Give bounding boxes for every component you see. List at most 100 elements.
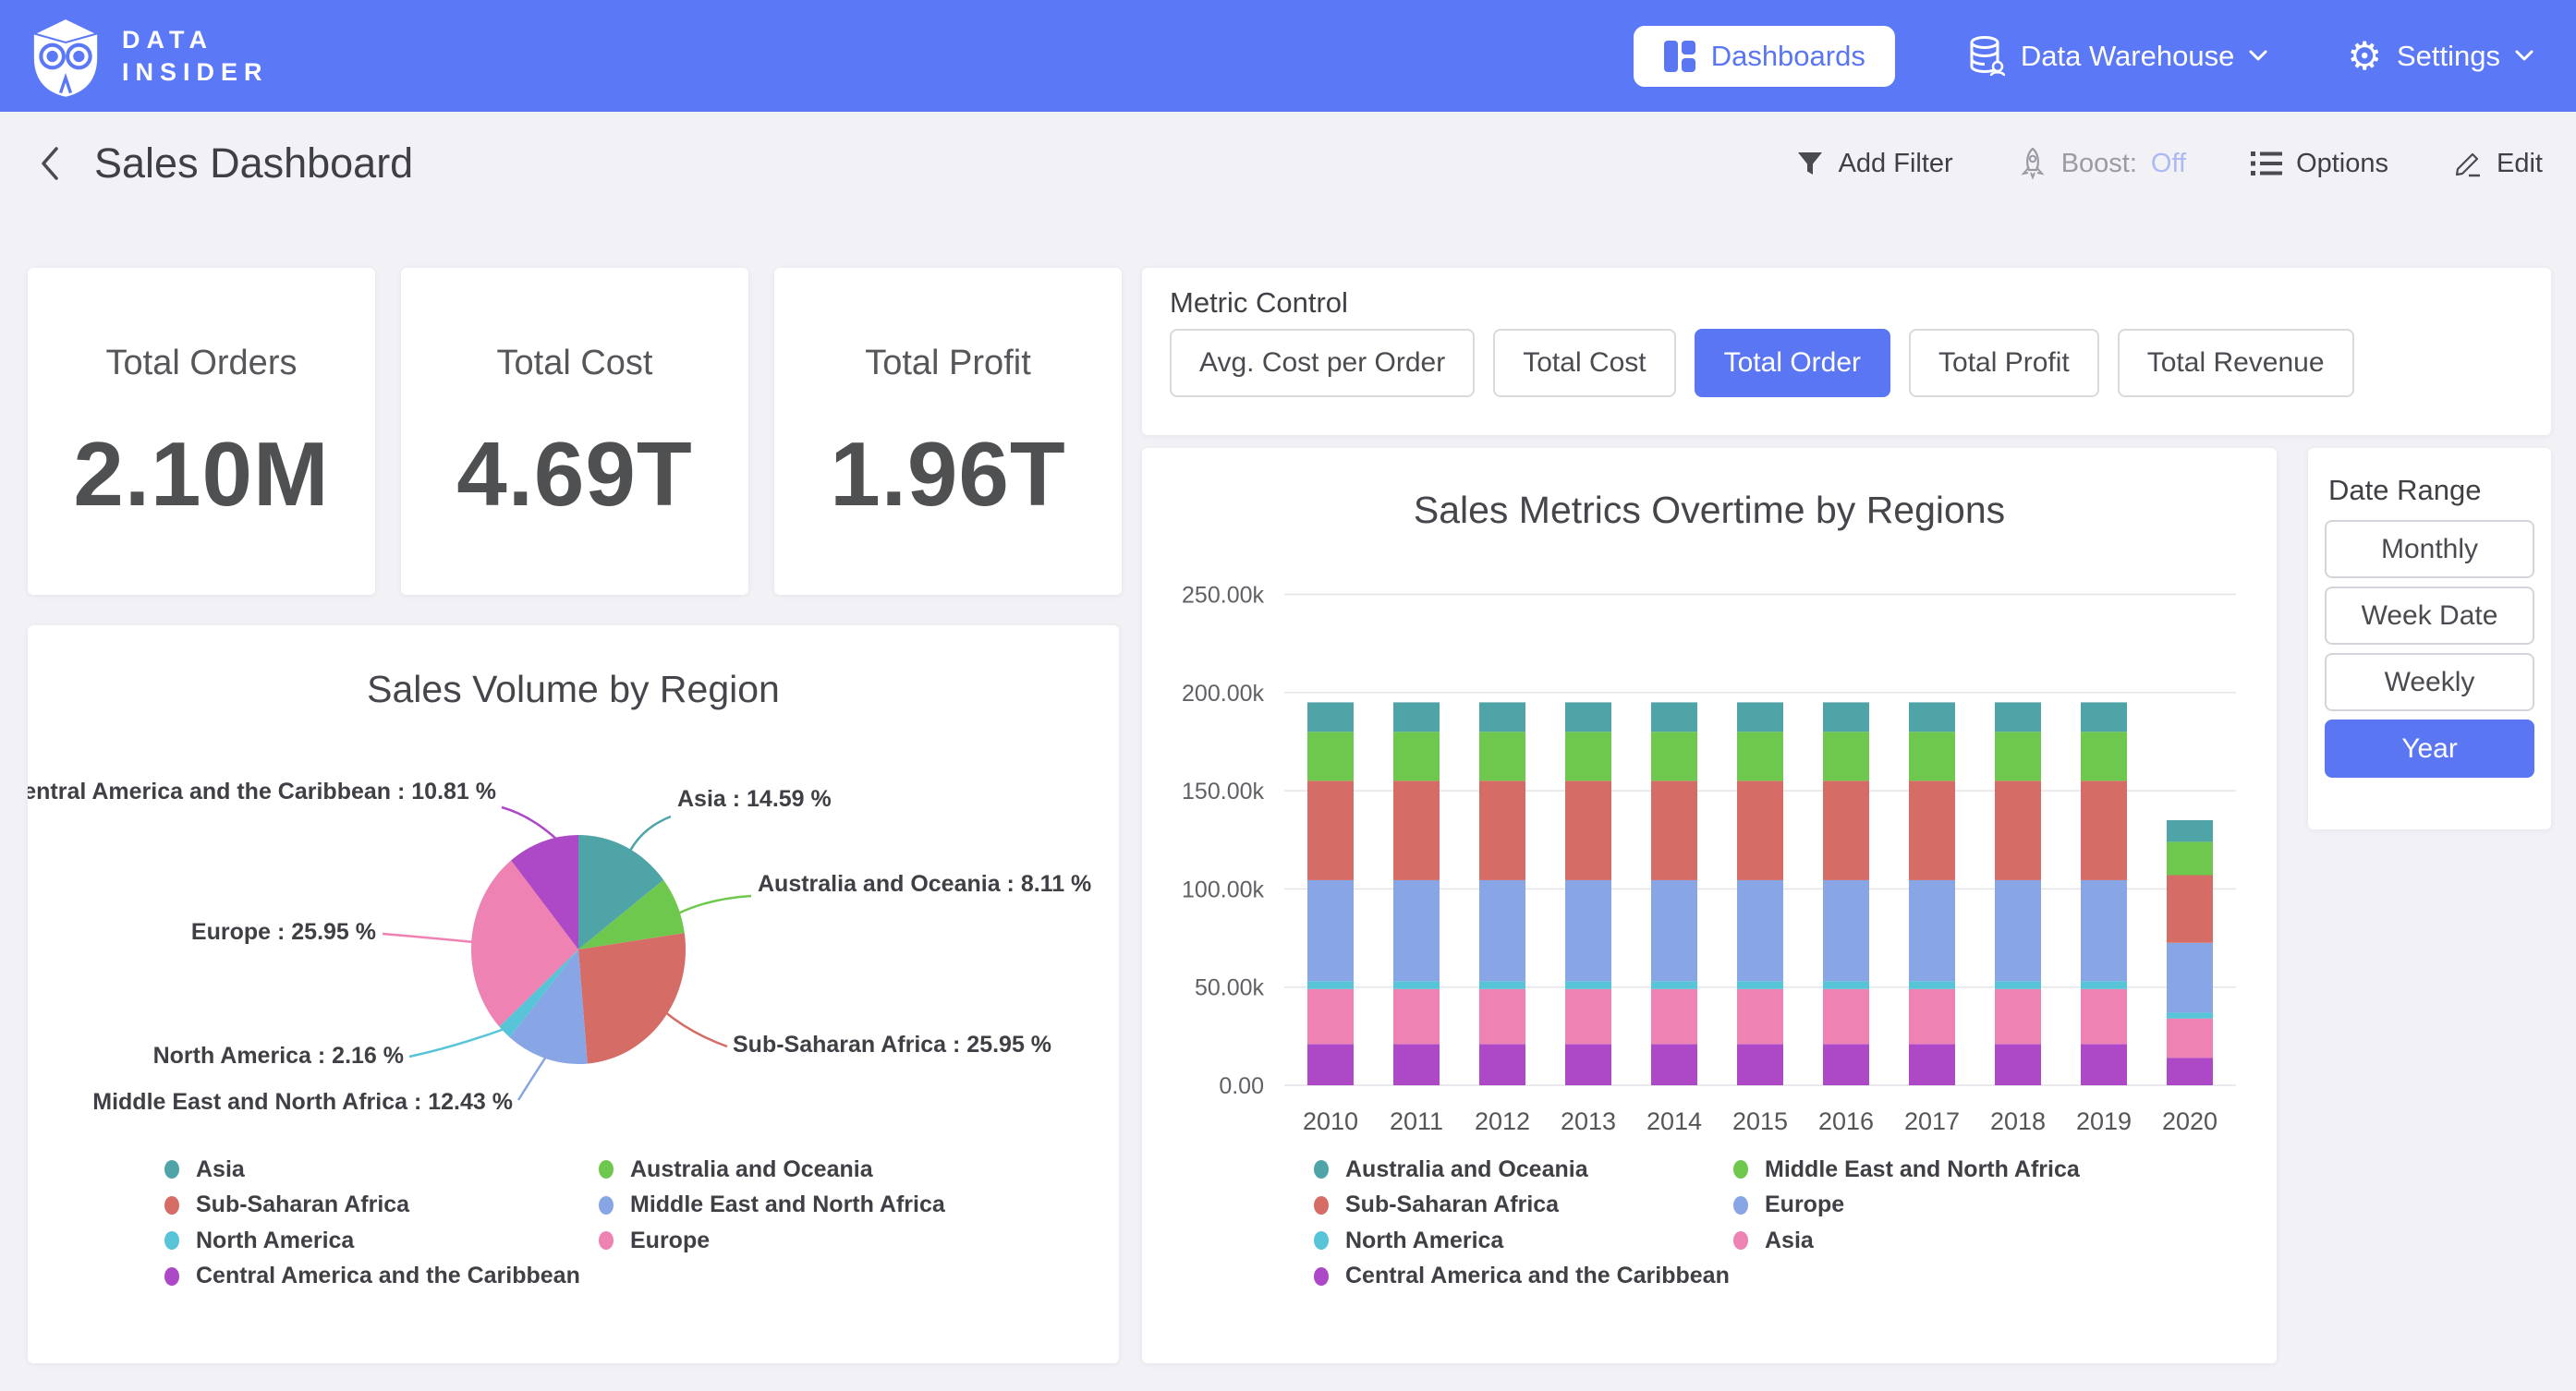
- bar-segment-sub-saharan-africa-2020[interactable]: [2167, 876, 2213, 943]
- bar-segment-asia-2014[interactable]: [1651, 989, 1697, 1045]
- boost-toggle[interactable]: Boost: Off: [2012, 146, 2192, 181]
- bar-segment-north-america-2018[interactable]: [1995, 981, 2041, 989]
- nav-settings-button[interactable]: ⚙ Settings: [2341, 36, 2539, 77]
- bar-segment-middle-east-and-north-africa-2018[interactable]: [1995, 732, 2041, 780]
- bar-segment-asia-2018[interactable]: [1995, 989, 2041, 1045]
- bar-segment-middle-east-and-north-africa-2010[interactable]: [1307, 732, 1354, 780]
- bar-segment-asia-2013[interactable]: [1565, 989, 1611, 1045]
- metric-option-avg-cost-per-order[interactable]: Avg. Cost per Order: [1170, 329, 1475, 397]
- bar-segment-central-america-and-the-caribbean-2014[interactable]: [1651, 1044, 1697, 1085]
- bar-segment-europe-2012[interactable]: [1479, 880, 1525, 982]
- bar-segment-asia-2015[interactable]: [1737, 989, 1783, 1045]
- bar-segment-australia-and-oceania-2018[interactable]: [1995, 702, 2041, 732]
- legend-item-asia[interactable]: Asia: [1733, 1228, 2153, 1254]
- bar-segment-north-america-2013[interactable]: [1565, 981, 1611, 989]
- bar-segment-north-america-2019[interactable]: [2081, 981, 2127, 989]
- bar-segment-north-america-2015[interactable]: [1737, 981, 1783, 989]
- bar-segment-sub-saharan-africa-2010[interactable]: [1307, 781, 1354, 880]
- metric-option-total-order[interactable]: Total Order: [1695, 329, 1890, 397]
- bar-segment-central-america-and-the-caribbean-2020[interactable]: [2167, 1058, 2213, 1085]
- legend-item-central-america-and-the-caribbean[interactable]: Central America and the Caribbean: [164, 1263, 599, 1289]
- bar-segment-sub-saharan-africa-2011[interactable]: [1393, 781, 1440, 880]
- bar-segment-north-america-2014[interactable]: [1651, 981, 1697, 989]
- bar-segment-central-america-and-the-caribbean-2017[interactable]: [1909, 1044, 1955, 1085]
- bar-segment-central-america-and-the-caribbean-2011[interactable]: [1393, 1044, 1440, 1085]
- bar-segment-australia-and-oceania-2019[interactable]: [2081, 702, 2127, 732]
- bar-segment-europe-2015[interactable]: [1737, 880, 1783, 982]
- date-range-option-year[interactable]: Year: [2325, 720, 2534, 778]
- bar-segment-australia-and-oceania-2013[interactable]: [1565, 702, 1611, 732]
- bar-segment-sub-saharan-africa-2017[interactable]: [1909, 781, 1955, 880]
- options-button[interactable]: Options: [2245, 148, 2394, 180]
- legend-item-australia-and-oceania[interactable]: Australia and Oceania: [599, 1156, 1033, 1183]
- bar-segment-europe-2016[interactable]: [1823, 880, 1869, 982]
- bar-segment-europe-2014[interactable]: [1651, 880, 1697, 982]
- date-range-option-weekly[interactable]: Weekly: [2325, 653, 2534, 711]
- bar-segment-australia-and-oceania-2010[interactable]: [1307, 702, 1354, 732]
- bar-segment-middle-east-and-north-africa-2016[interactable]: [1823, 732, 1869, 780]
- bar-segment-europe-2019[interactable]: [2081, 880, 2127, 982]
- bar-segment-middle-east-and-north-africa-2014[interactable]: [1651, 732, 1697, 780]
- bar-segment-asia-2020[interactable]: [2167, 1019, 2213, 1058]
- bar-segment-middle-east-and-north-africa-2017[interactable]: [1909, 732, 1955, 780]
- add-filter-button[interactable]: Add Filter: [1790, 148, 1959, 180]
- bar-segment-sub-saharan-africa-2013[interactable]: [1565, 781, 1611, 880]
- bar-segment-middle-east-and-north-africa-2020[interactable]: [2167, 841, 2213, 875]
- bar-segment-australia-and-oceania-2015[interactable]: [1737, 702, 1783, 732]
- bar-segment-sub-saharan-africa-2012[interactable]: [1479, 781, 1525, 880]
- bar-segment-middle-east-and-north-africa-2013[interactable]: [1565, 732, 1611, 780]
- nav-dashboards-button[interactable]: Dashboards: [1634, 26, 1895, 87]
- bar-segment-europe-2011[interactable]: [1393, 880, 1440, 982]
- bar-segment-north-america-2020[interactable]: [2167, 1012, 2213, 1018]
- bar-segment-north-america-2010[interactable]: [1307, 981, 1354, 989]
- back-button[interactable]: [39, 145, 61, 182]
- bar-segment-sub-saharan-africa-2019[interactable]: [2081, 781, 2127, 880]
- bar-segment-north-america-2016[interactable]: [1823, 981, 1869, 989]
- bar-segment-asia-2010[interactable]: [1307, 989, 1354, 1045]
- bar-segment-asia-2019[interactable]: [2081, 989, 2127, 1045]
- bar-segment-central-america-and-the-caribbean-2015[interactable]: [1737, 1044, 1783, 1085]
- bar-segment-central-america-and-the-caribbean-2019[interactable]: [2081, 1044, 2127, 1085]
- bar-segment-europe-2010[interactable]: [1307, 880, 1354, 982]
- bar-segment-australia-and-oceania-2016[interactable]: [1823, 702, 1869, 732]
- date-range-option-monthly[interactable]: Monthly: [2325, 520, 2534, 578]
- bar-segment-central-america-and-the-caribbean-2016[interactable]: [1823, 1044, 1869, 1085]
- pie-slice-sub-saharan-africa[interactable]: [578, 933, 686, 1064]
- bar-segment-north-america-2011[interactable]: [1393, 981, 1440, 989]
- legend-item-asia[interactable]: Asia: [164, 1156, 599, 1183]
- brand-logo[interactable]: DATA INSIDER: [28, 14, 269, 99]
- bar-segment-asia-2017[interactable]: [1909, 989, 1955, 1045]
- bar-segment-central-america-and-the-caribbean-2012[interactable]: [1479, 1044, 1525, 1085]
- legend-item-central-america-and-the-caribbean[interactable]: Central America and the Caribbean: [1314, 1263, 1733, 1289]
- legend-item-sub-saharan-africa[interactable]: Sub-Saharan Africa: [164, 1191, 599, 1218]
- bar-segment-sub-saharan-africa-2016[interactable]: [1823, 781, 1869, 880]
- bar-segment-asia-2016[interactable]: [1823, 989, 1869, 1045]
- bar-segment-sub-saharan-africa-2015[interactable]: [1737, 781, 1783, 880]
- bar-segment-australia-and-oceania-2014[interactable]: [1651, 702, 1697, 732]
- legend-item-europe[interactable]: Europe: [599, 1228, 1033, 1254]
- date-range-option-week-date[interactable]: Week Date: [2325, 587, 2534, 645]
- edit-button[interactable]: Edit: [2448, 148, 2548, 180]
- bar-segment-australia-and-oceania-2017[interactable]: [1909, 702, 1955, 732]
- bar-segment-asia-2011[interactable]: [1393, 989, 1440, 1045]
- metric-option-total-revenue[interactable]: Total Revenue: [2118, 329, 2354, 397]
- nav-data-warehouse-button[interactable]: Data Warehouse: [1963, 35, 2273, 78]
- legend-item-sub-saharan-africa[interactable]: Sub-Saharan Africa: [1314, 1191, 1733, 1218]
- bar-segment-north-america-2017[interactable]: [1909, 981, 1955, 989]
- bar-segment-europe-2020[interactable]: [2167, 943, 2213, 1013]
- bar-segment-sub-saharan-africa-2018[interactable]: [1995, 781, 2041, 880]
- bar-segment-north-america-2012[interactable]: [1479, 981, 1525, 989]
- bar-segment-central-america-and-the-caribbean-2010[interactable]: [1307, 1044, 1354, 1085]
- bar-segment-middle-east-and-north-africa-2012[interactable]: [1479, 732, 1525, 780]
- legend-item-europe[interactable]: Europe: [1733, 1191, 2153, 1218]
- legend-item-australia-and-oceania[interactable]: Australia and Oceania: [1314, 1156, 1733, 1183]
- legend-item-north-america[interactable]: North America: [1314, 1228, 1733, 1254]
- bar-segment-central-america-and-the-caribbean-2018[interactable]: [1995, 1044, 2041, 1085]
- bar-segment-australia-and-oceania-2012[interactable]: [1479, 702, 1525, 732]
- legend-item-middle-east-and-north-africa[interactable]: Middle East and North Africa: [1733, 1156, 2153, 1183]
- bar-segment-europe-2013[interactable]: [1565, 880, 1611, 982]
- bar-segment-europe-2018[interactable]: [1995, 880, 2041, 982]
- bar-segment-central-america-and-the-caribbean-2013[interactable]: [1565, 1044, 1611, 1085]
- metric-option-total-cost[interactable]: Total Cost: [1493, 329, 1675, 397]
- bar-segment-sub-saharan-africa-2014[interactable]: [1651, 781, 1697, 880]
